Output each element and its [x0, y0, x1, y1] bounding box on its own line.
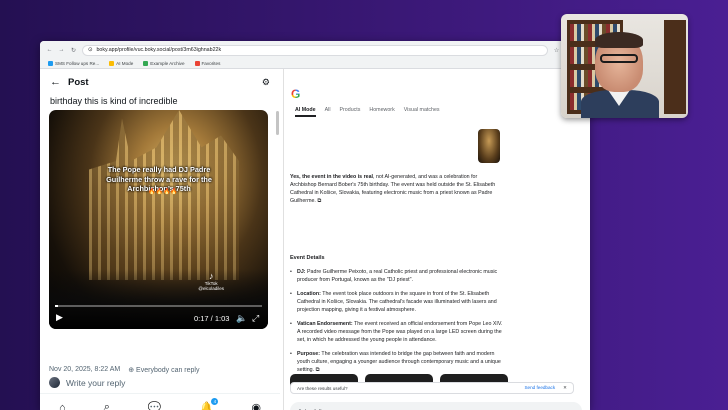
bell-icon[interactable]: 🔔 4	[200, 398, 219, 410]
bookmark-item[interactable]: SMS Follow ups Re...	[48, 61, 99, 66]
fullscreen-icon[interactable]: ⤢	[252, 313, 259, 324]
follow-up-input[interactable]: Ask a follow up	[290, 402, 582, 410]
video-progress-fill	[55, 305, 59, 307]
notification-badge: 4	[211, 398, 219, 405]
reload-icon[interactable]: ↻	[70, 47, 77, 54]
list-item: Vatican Endorsement: The event received …	[290, 320, 504, 344]
back-icon[interactable]: ←	[46, 47, 53, 53]
post-header: ← Post ⚙	[40, 69, 280, 95]
search-icon[interactable]: ⌕	[104, 401, 110, 410]
reply-input[interactable]: Write your reply	[66, 378, 125, 388]
volume-icon[interactable]: 🔈	[236, 313, 247, 324]
ai-mode-pane: G AI Mode All Products Homework Visual m…	[283, 69, 590, 410]
back-arrow-icon[interactable]: ←	[50, 76, 68, 88]
globe-icon: ⊕	[128, 367, 135, 374]
section-title: Event Details	[290, 255, 325, 261]
tab-visual-matches[interactable]: Visual matches	[404, 107, 440, 117]
reply-permission[interactable]: ⊕ Everybody can reply	[128, 366, 199, 374]
tiktok-user: @elcoladiles	[198, 286, 224, 291]
avatar	[49, 377, 60, 388]
list-item: Purpose: The celebration was intended to…	[290, 350, 504, 374]
bookshelf-image	[664, 20, 686, 114]
play-icon[interactable]: ▶	[56, 312, 63, 323]
close-icon[interactable]: ✕	[563, 385, 567, 391]
list-item: DJ: Padre Guilherme Peixoto, a real Cath…	[290, 268, 504, 284]
bottom-nav: ⌂ ⌕ 💬 🔔 4 ◉	[40, 393, 280, 410]
browser-window: ← → ↻ ⊙ boky.app/profile/vuc.boky.social…	[40, 41, 590, 410]
post-date: Nov 20, 2025, 8:22 AM	[49, 366, 121, 373]
answer-bold: Yes, the event in the video is real	[290, 174, 374, 180]
address-bar[interactable]: ⊙ boky.app/profile/vuc.boky.social/post/…	[82, 44, 548, 56]
search-tabs: AI Mode All Products Homework Visual mat…	[295, 107, 440, 117]
tiktok-icon: ♪	[208, 271, 214, 281]
scrollbar[interactable]	[276, 111, 279, 135]
fire-emoji: 🔥🔥🔥🔥	[148, 189, 178, 195]
profile-icon[interactable]: ◉	[251, 401, 261, 410]
video-player[interactable]: The Pope really had DJ Padre Guilherme t…	[49, 110, 268, 329]
reply-composer[interactable]: Write your reply	[49, 377, 125, 388]
link-icon[interactable]: ⧉	[316, 367, 320, 373]
video-progress-bar[interactable]	[55, 305, 262, 307]
cathedral-image	[89, 110, 239, 280]
url-text: boky.app/profile/vuc.boky.social/post/3m…	[96, 47, 222, 53]
tab-all[interactable]: All	[325, 107, 331, 117]
tab-homework[interactable]: Homework	[369, 107, 394, 117]
forward-icon[interactable]: →	[58, 47, 65, 53]
ai-answer: Yes, the event in the video is real, not…	[290, 173, 504, 205]
details-list: DJ: Padre Guilherme Peixoto, a real Cath…	[290, 268, 504, 380]
chat-icon[interactable]: 💬	[148, 401, 162, 410]
send-feedback-link[interactable]: Send feedback	[524, 385, 555, 391]
bookmark-item[interactable]: Example Archive	[143, 61, 185, 66]
feedback-bar: Are these results useful? Send feedback …	[290, 382, 574, 394]
tab-ai-mode[interactable]: AI Mode	[295, 107, 316, 117]
webcam-overlay	[561, 14, 688, 118]
site-info-icon[interactable]: ⊙	[88, 47, 92, 53]
browser-toolbar: ← → ↻ ⊙ boky.app/profile/vuc.boky.social…	[40, 41, 590, 59]
bookmarks-bar: SMS Follow ups Re... AI Mode Example Arc…	[40, 59, 590, 69]
tab-products[interactable]: Products	[340, 107, 361, 117]
page-title: Post	[68, 76, 89, 88]
bookmark-item[interactable]: Favorites	[194, 61, 220, 66]
feedback-actions: Send feedback ✕	[524, 385, 567, 391]
sliders-icon[interactable]: ⚙	[262, 77, 270, 88]
feedback-question: Are these results useful?	[297, 385, 348, 391]
post-meta: Nov 20, 2025, 8:22 AM ⊕ Everybody can re…	[49, 366, 199, 374]
person-hair	[595, 32, 643, 48]
query-image-thumbnail[interactable]	[478, 129, 500, 163]
bookmark-item[interactable]: AI Mode	[109, 61, 133, 66]
home-icon[interactable]: ⌂	[59, 402, 66, 410]
post-pane: ← Post ⚙ birthday this is kind of incred…	[40, 69, 280, 410]
glasses-icon	[600, 54, 638, 63]
star-icon[interactable]: ☆	[553, 47, 560, 54]
tiktok-watermark: ♪ TikTok @elcoladiles	[198, 271, 224, 291]
post-text: birthday this is kind of incredible	[50, 96, 178, 106]
list-item: Location: The event took place outdoors …	[290, 290, 504, 314]
video-time: 0:17 / 1:03	[194, 314, 230, 323]
google-logo[interactable]: G	[291, 87, 300, 101]
link-icon[interactable]: ⧉	[317, 198, 321, 204]
